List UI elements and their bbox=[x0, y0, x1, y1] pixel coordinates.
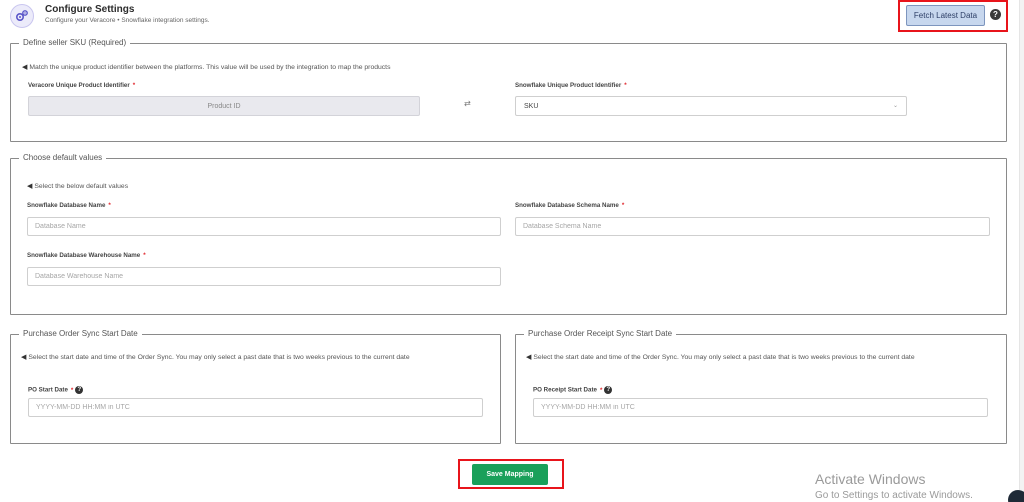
defaults-section: Choose default values bbox=[10, 153, 1007, 315]
help-icon[interactable]: ? bbox=[75, 386, 84, 394]
po-receipt-start-date-label: PO Receipt Start Date *? bbox=[533, 386, 613, 394]
veracore-identifier-label-text: Veracore Unique Product Identifier bbox=[28, 82, 130, 89]
sku-section-legend: Define seller SKU (Required) bbox=[19, 38, 131, 47]
help-icon[interactable]: ? bbox=[604, 386, 613, 394]
required-mark: * bbox=[143, 252, 146, 259]
po-hint: ◀ Select the start date and time of the O… bbox=[21, 353, 491, 363]
snowflake-identifier-label: Snowflake Unique Product Identifier * bbox=[515, 82, 627, 89]
page-title: Configure Settings bbox=[45, 4, 135, 15]
save-highlight-box: Save Mapping bbox=[458, 459, 564, 489]
defaults-hint-text: Select the below default values bbox=[34, 183, 129, 190]
po-receipt-start-date-label-text: PO Receipt Start Date bbox=[533, 386, 597, 394]
veracore-identifier-field: Product ID bbox=[28, 96, 420, 116]
page-header: Configure Settings Configure your Veraco… bbox=[10, 4, 1010, 30]
warehouse-name-input[interactable] bbox=[27, 267, 501, 286]
sku-hint-text: Match the unique product identifier betw… bbox=[29, 64, 391, 71]
required-mark: * bbox=[108, 202, 111, 209]
warehouse-name-label-text: Snowflake Database Warehouse Name bbox=[27, 252, 141, 259]
po-sync-legend: Purchase Order Sync Start Date bbox=[19, 329, 142, 338]
schema-name-label: Snowflake Database Schema Name * bbox=[515, 202, 624, 209]
fetch-latest-data-button[interactable]: Fetch Latest Data bbox=[906, 5, 985, 26]
chevron-down-icon: ⌄ bbox=[892, 103, 898, 109]
swap-arrows-icon: ⇄ bbox=[464, 99, 471, 108]
sku-section: Define seller SKU (Required) bbox=[10, 38, 1007, 142]
po-sync-section: Purchase Order Sync Start Date bbox=[10, 329, 501, 444]
sku-hint: ◀ Match the unique product identifier bet… bbox=[22, 63, 390, 73]
save-mapping-button[interactable]: Save Mapping bbox=[472, 464, 548, 485]
po-receipt-hint-text: Select the start date and time of the Or… bbox=[533, 354, 915, 361]
required-mark: * bbox=[624, 82, 627, 89]
schema-name-label-text: Snowflake Database Schema Name bbox=[515, 202, 619, 209]
po-start-date-label: PO Start Date *? bbox=[28, 386, 84, 394]
megaphone-icon: ◀ bbox=[21, 354, 27, 361]
fetch-highlight-box: Fetch Latest Data ? bbox=[898, 0, 1008, 32]
po-receipt-hint: ◀ Select the start date and time of the O… bbox=[526, 353, 996, 363]
defaults-hint: ◀ Select the below default values bbox=[27, 182, 128, 192]
po-receipt-start-date-input[interactable] bbox=[533, 398, 988, 417]
required-mark: * bbox=[599, 386, 603, 394]
help-icon[interactable]: ? bbox=[990, 9, 1001, 20]
defaults-section-legend: Choose default values bbox=[19, 153, 107, 162]
required-mark: * bbox=[70, 386, 74, 394]
snowflake-identifier-select[interactable]: SKU ⌄ bbox=[515, 96, 907, 116]
db-name-label-text: Snowflake Database Name bbox=[27, 202, 106, 209]
db-name-input[interactable] bbox=[27, 217, 501, 236]
po-hint-text: Select the start date and time of the Or… bbox=[28, 354, 410, 361]
po-start-date-input[interactable] bbox=[28, 398, 483, 417]
activate-windows-title: Activate Windows bbox=[815, 471, 926, 487]
db-name-label: Snowflake Database Name * bbox=[27, 202, 111, 209]
snowflake-identifier-value: SKU bbox=[524, 102, 539, 110]
schema-name-input[interactable] bbox=[515, 217, 990, 236]
megaphone-icon: ◀ bbox=[22, 64, 28, 71]
megaphone-icon: ◀ bbox=[27, 183, 33, 190]
activate-windows-subtitle: Go to Settings to activate Windows. bbox=[815, 490, 973, 501]
taskbar-corner-icon bbox=[1008, 490, 1024, 502]
page-subtitle: Configure your Veracore • Snowflake inte… bbox=[45, 17, 210, 24]
megaphone-icon: ◀ bbox=[526, 354, 532, 361]
warehouse-name-label: Snowflake Database Warehouse Name * bbox=[27, 252, 146, 259]
po-receipt-sync-legend: Purchase Order Receipt Sync Start Date bbox=[524, 329, 677, 338]
configure-settings-page: Configure Settings Configure your Veraco… bbox=[0, 0, 1020, 502]
required-mark: * bbox=[132, 82, 136, 89]
po-start-date-label-text: PO Start Date bbox=[28, 386, 68, 394]
gears-icon bbox=[10, 4, 34, 28]
veracore-identifier-label: Veracore Unique Product Identifier * bbox=[28, 82, 135, 89]
required-mark: * bbox=[621, 202, 625, 209]
snowflake-identifier-label-text: Snowflake Unique Product Identifier bbox=[515, 82, 622, 89]
